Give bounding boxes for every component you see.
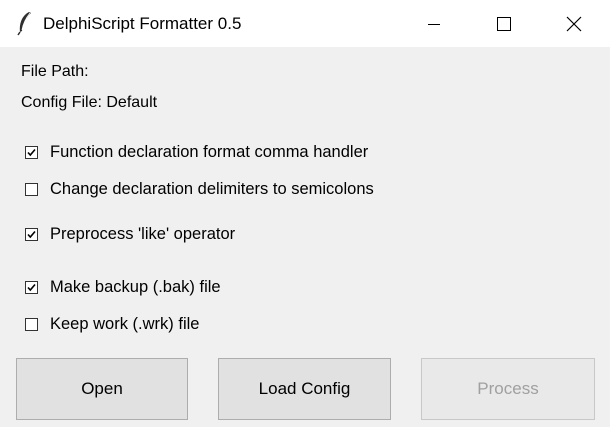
title-bar[interactable]: DelphiScript Formatter 0.5 bbox=[0, 0, 610, 47]
option-label: Keep work (.wrk) file bbox=[50, 315, 200, 333]
feather-icon bbox=[14, 10, 36, 36]
checkmark-icon bbox=[27, 283, 36, 291]
minimize-button[interactable] bbox=[411, 0, 457, 47]
option-label: Make backup (.bak) file bbox=[50, 278, 221, 296]
checkbox[interactable] bbox=[25, 145, 38, 159]
option-label: Change declaration delimiters to semicol… bbox=[50, 180, 374, 198]
option-work-file[interactable]: Keep work (.wrk) file bbox=[25, 314, 199, 334]
maximize-button[interactable] bbox=[481, 0, 527, 47]
option-comma-handler[interactable]: Function declaration format comma handle… bbox=[25, 142, 368, 162]
close-icon bbox=[566, 16, 582, 31]
checkbox[interactable] bbox=[25, 182, 38, 196]
option-label: Preprocess 'like' operator bbox=[50, 225, 236, 243]
minimize-icon bbox=[428, 23, 440, 25]
window-title: DelphiScript Formatter 0.5 bbox=[43, 14, 242, 33]
load-config-button[interactable]: Load Config bbox=[218, 358, 391, 420]
option-preprocess-like[interactable]: Preprocess 'like' operator bbox=[25, 224, 235, 244]
open-button[interactable]: Open bbox=[16, 358, 188, 420]
maximize-icon bbox=[497, 16, 511, 31]
file-path-label: File Path: bbox=[21, 63, 89, 80]
option-backup-file[interactable]: Make backup (.bak) file bbox=[25, 277, 221, 297]
checkbox[interactable] bbox=[25, 227, 38, 241]
option-label: Function declaration format comma handle… bbox=[50, 143, 369, 161]
config-file-label: Config File: Default bbox=[21, 94, 158, 111]
checkbox[interactable] bbox=[25, 280, 38, 294]
close-button[interactable] bbox=[551, 0, 597, 47]
checkmark-icon bbox=[27, 148, 36, 156]
process-button[interactable]: Process bbox=[421, 358, 595, 420]
checkbox[interactable] bbox=[25, 317, 38, 331]
checkmark-icon bbox=[27, 230, 36, 238]
option-semicolon-delimiters[interactable]: Change declaration delimiters to semicol… bbox=[25, 179, 374, 199]
